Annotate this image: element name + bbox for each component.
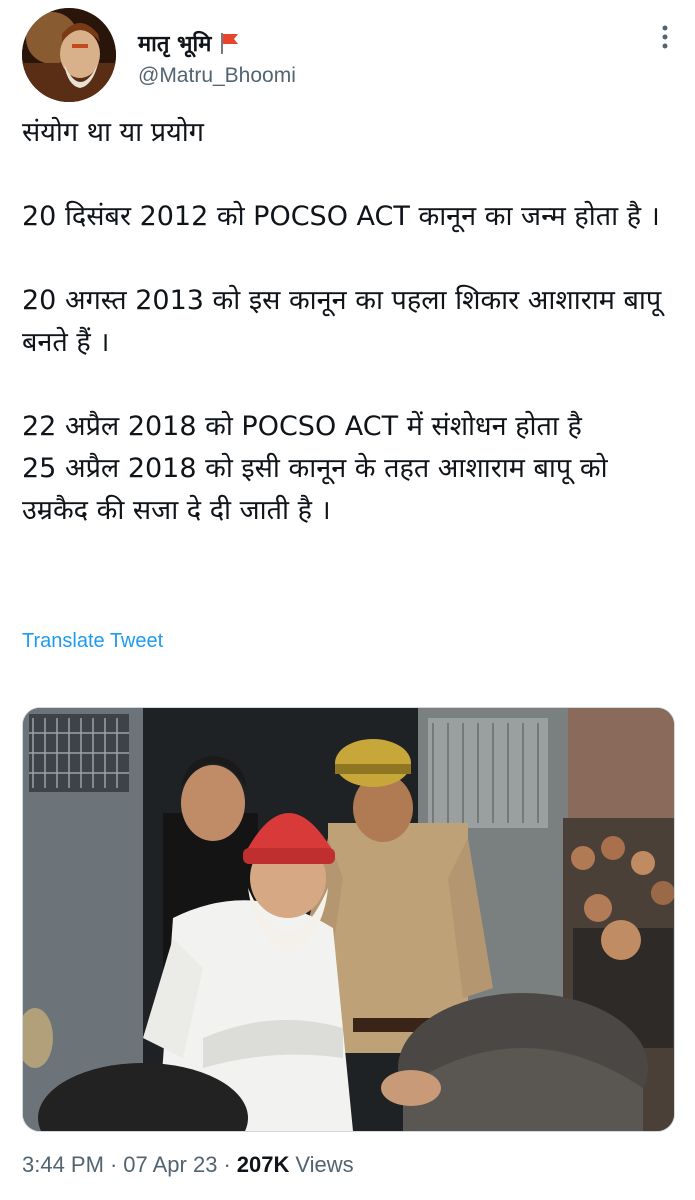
meta-separator: ·	[109, 1152, 118, 1177]
flag-icon	[221, 33, 239, 54]
more-options-icon[interactable]	[657, 22, 673, 52]
display-name[interactable]: मातृ भूमि	[138, 28, 211, 58]
tweet-text: संयोग था या प्रयोग 20 दिसंबर 2012 को POC…	[22, 117, 662, 526]
meta-separator: ·	[223, 1152, 231, 1177]
tweet-header: मातृ भूमि @Matru_Bhoomi	[22, 8, 677, 104]
tweet-time[interactable]: 3:44 PM	[22, 1152, 104, 1178]
tweet-meta: 3:44 PM · 07 Apr 23 · 207K Views	[22, 1152, 354, 1178]
user-handle[interactable]: @Matru_Bhoomi	[138, 64, 296, 88]
views-label[interactable]: Views	[295, 1152, 353, 1178]
name-row: मातृ भूमि	[138, 28, 241, 58]
translate-tweet-link[interactable]: Translate Tweet	[22, 630, 163, 653]
tweet-photo-image	[23, 708, 674, 1131]
tweet-date[interactable]: 07 Apr 23	[123, 1152, 217, 1178]
views-count[interactable]: 207K	[237, 1152, 290, 1178]
tweet-photo[interactable]	[22, 707, 675, 1132]
avatar[interactable]	[22, 8, 116, 102]
avatar-image	[22, 8, 116, 102]
